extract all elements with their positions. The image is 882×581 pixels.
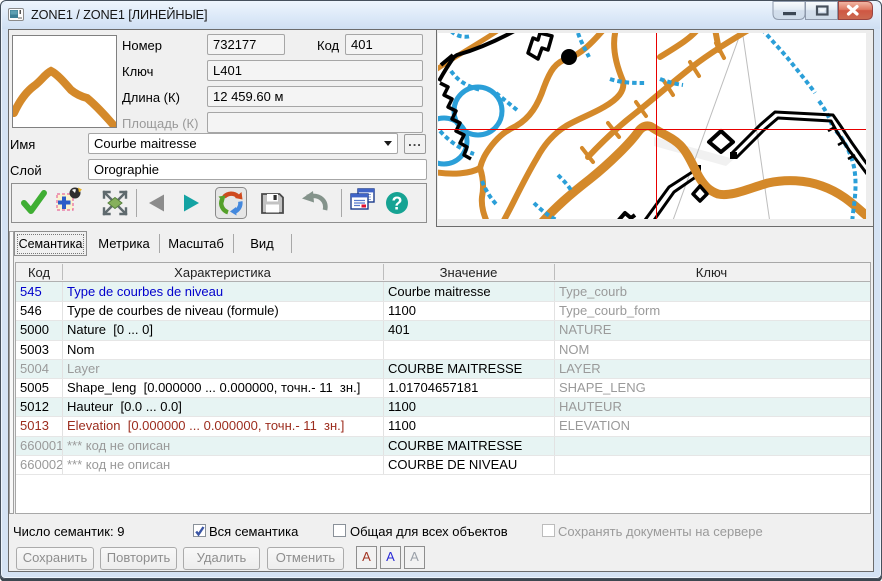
svg-text:?: ? <box>392 194 403 214</box>
